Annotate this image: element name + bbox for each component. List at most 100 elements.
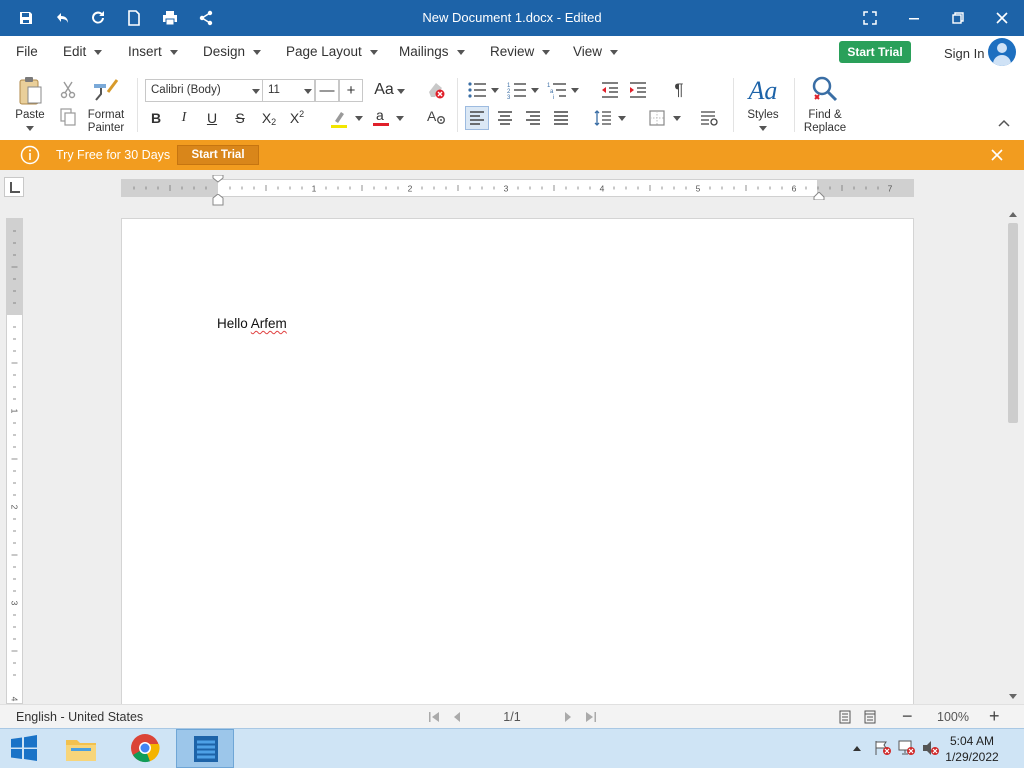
menu-review[interactable]: Review	[490, 44, 551, 59]
document-body-text[interactable]: Hello Arfem	[217, 316, 287, 331]
scroll-up-icon[interactable]	[1008, 210, 1018, 218]
find-replace-button[interactable]	[806, 74, 842, 106]
highlight-color-button[interactable]	[328, 108, 350, 130]
font-name-select[interactable]: Calibri (Body)	[145, 79, 263, 102]
menu-view[interactable]: View	[573, 44, 619, 59]
paste-button[interactable]	[14, 74, 46, 108]
increase-font-size-button[interactable]: +	[339, 79, 363, 102]
volume-muted-icon[interactable]	[922, 740, 940, 756]
italic-button[interactable]: I	[176, 109, 192, 127]
align-right-button[interactable]	[522, 107, 544, 129]
chevron-down-icon[interactable]	[26, 126, 34, 131]
menu-insert[interactable]: Insert	[128, 44, 178, 59]
horizontal-ruler[interactable]: 1 2 3 4 5 6 7	[121, 179, 914, 197]
text-effects-button[interactable]: A	[425, 107, 447, 127]
decrease-indent-button[interactable]	[599, 80, 621, 100]
copy-button[interactable]	[58, 107, 78, 127]
chevron-down-icon[interactable]	[304, 89, 312, 94]
menu-edit[interactable]: Edit	[63, 44, 103, 59]
language-indicator[interactable]: English - United States	[16, 710, 143, 724]
align-center-button[interactable]	[494, 107, 516, 129]
chevron-down-icon[interactable]	[397, 89, 405, 94]
align-left-button[interactable]	[465, 106, 489, 130]
windows-start-icon[interactable]	[10, 735, 38, 761]
justify-button[interactable]	[550, 107, 572, 129]
document-page[interactable]	[121, 218, 914, 718]
styles-button[interactable]: Aa	[746, 76, 780, 106]
chevron-down-icon[interactable]	[491, 88, 499, 93]
file-explorer-taskbar-button[interactable]	[56, 730, 106, 767]
format-painter-label: Format Painter	[87, 109, 125, 134]
svg-text:a: a	[376, 107, 384, 123]
close-icon[interactable]	[992, 8, 1012, 28]
decrease-font-size-button[interactable]: —	[315, 79, 339, 102]
numbering-button[interactable]: 123	[506, 80, 528, 100]
bullets-button[interactable]	[466, 80, 488, 100]
zoom-in-button[interactable]: +	[989, 706, 1000, 727]
scrollbar-thumb[interactable]	[1008, 223, 1018, 423]
right-indent-marker[interactable]	[813, 192, 825, 200]
network-icon[interactable]	[898, 740, 916, 756]
chevron-down-icon[interactable]	[618, 116, 626, 121]
start-trial-button[interactable]: Start Trial	[839, 41, 911, 63]
document-word: Hello	[217, 316, 248, 331]
multilevel-list-icon: 1ai	[547, 83, 566, 99]
strikethrough-button[interactable]: S	[232, 109, 248, 127]
chevron-down-icon[interactable]	[355, 116, 363, 121]
word-app-taskbar-button[interactable]	[176, 729, 234, 768]
vertical-ruler[interactable]: 1 2 3 4	[6, 218, 23, 704]
change-case-button[interactable]: Aa	[371, 79, 397, 101]
chevron-down-icon[interactable]	[673, 116, 681, 121]
zoom-level[interactable]: 100%	[937, 710, 969, 724]
vertical-scrollbar[interactable]	[1004, 208, 1022, 704]
collapse-ribbon-icon[interactable]	[996, 116, 1012, 130]
line-spacing-button[interactable]	[592, 107, 614, 129]
notification-start-trial-button[interactable]: Start Trial	[177, 145, 259, 165]
last-page-icon[interactable]	[585, 711, 597, 723]
show-formatting-marks-button[interactable]: ¶	[669, 79, 689, 101]
close-icon[interactable]	[991, 149, 1003, 161]
chevron-down-icon[interactable]	[531, 88, 539, 93]
increase-indent-button[interactable]	[627, 80, 649, 100]
cut-button[interactable]	[58, 80, 78, 100]
fullscreen-icon[interactable]	[860, 8, 880, 28]
zoom-out-button[interactable]: −	[902, 706, 913, 727]
subscript-button[interactable]: X2	[258, 109, 280, 127]
misspelled-word[interactable]: Arfem	[251, 316, 287, 331]
restore-icon[interactable]	[948, 8, 968, 28]
sign-in-link[interactable]: Sign In	[944, 46, 984, 61]
tab-stop-selector[interactable]	[4, 177, 24, 197]
minimize-icon[interactable]	[904, 8, 924, 28]
bold-button[interactable]: B	[148, 109, 164, 127]
system-clock[interactable]: 5:04 AM 1/29/2022	[942, 733, 1002, 765]
multilevel-list-button[interactable]: 1ai	[546, 80, 568, 100]
web-layout-icon[interactable]	[864, 710, 876, 724]
chevron-down-icon[interactable]	[252, 89, 260, 94]
chevron-down-icon[interactable]	[396, 116, 404, 121]
menu-mailings[interactable]: Mailings	[399, 44, 465, 59]
hanging-indent-marker[interactable]	[212, 194, 224, 206]
scroll-down-icon[interactable]	[1008, 693, 1018, 701]
chrome-taskbar-button[interactable]	[120, 730, 170, 767]
indent-icon	[630, 82, 646, 98]
first-line-indent-marker[interactable]	[212, 175, 224, 183]
next-page-icon[interactable]	[563, 711, 573, 723]
paragraph-settings-button[interactable]	[698, 107, 720, 129]
menu-file[interactable]: File	[16, 44, 38, 59]
chevron-down-icon[interactable]	[571, 88, 579, 93]
format-painter-button[interactable]	[92, 76, 120, 104]
borders-button[interactable]	[646, 107, 668, 129]
first-page-icon[interactable]	[428, 711, 440, 723]
menu-design[interactable]: Design	[203, 44, 262, 59]
previous-page-icon[interactable]	[452, 711, 462, 723]
chevron-down-icon[interactable]	[759, 126, 767, 131]
action-center-flag-icon[interactable]	[874, 740, 892, 756]
show-hidden-icons-icon[interactable]	[852, 744, 862, 752]
font-color-button[interactable]: a	[370, 106, 392, 128]
print-layout-icon[interactable]	[839, 710, 851, 724]
superscript-button[interactable]: X2	[286, 109, 308, 127]
menu-page-layout[interactable]: Page Layout	[286, 44, 378, 59]
clear-formatting-button[interactable]	[425, 80, 447, 100]
underline-button[interactable]: U	[204, 109, 220, 127]
avatar[interactable]	[988, 38, 1016, 66]
